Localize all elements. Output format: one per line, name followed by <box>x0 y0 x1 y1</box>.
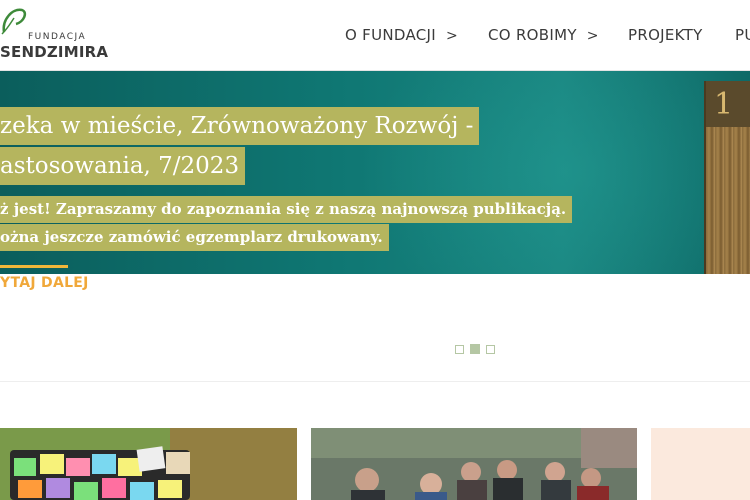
nav-item-pu[interactable]: PU <box>735 26 750 44</box>
logo-subtitle: FUNDACJA <box>28 32 87 42</box>
hero-slide[interactable]: zeka w mieście, Zrównoważony Rozwój - as… <box>0 71 750 274</box>
chevron-right-icon: > <box>446 28 459 44</box>
logo-title: SENDZIMIRA <box>0 43 109 61</box>
nav-item-projekty[interactable]: PROJEKTY <box>628 26 703 44</box>
foundation-logo[interactable]: FUNDACJA SENDZIMIRA <box>0 6 108 62</box>
nav-item-label: PROJEKTY <box>628 26 703 44</box>
slider-dot-2[interactable] <box>470 344 480 354</box>
chevron-right-icon: > <box>586 28 599 44</box>
logo-swirl-icon <box>1 8 27 35</box>
read-more-underline <box>0 265 68 268</box>
nav-item-label: PU <box>735 26 750 44</box>
card-peach[interactable] <box>651 428 750 500</box>
section-divider <box>0 381 750 382</box>
card-sticky-notes[interactable] <box>0 428 297 500</box>
card-group-photo[interactable] <box>311 428 637 500</box>
slider-dot-1[interactable] <box>455 345 464 354</box>
nav-item-co-robimy[interactable]: CO ROBIMY > <box>488 26 599 44</box>
hero-title-line-2: astosowania, 7/2023 <box>0 147 246 185</box>
read-more-link[interactable]: YTAJ DALEJ <box>0 275 89 291</box>
sticky-notes-photo <box>0 428 297 500</box>
nav-item-o-fundacji[interactable]: O FUNDACJI > <box>345 26 458 44</box>
hero-title-line-1: zeka w mieście, Zrównoważony Rozwój - <box>0 107 480 145</box>
site-header: FUNDACJA SENDZIMIRA O FUNDACJI > CO ROBIM… <box>0 0 750 70</box>
group-photo <box>311 428 637 500</box>
book-number: 1 <box>714 87 734 122</box>
nav-item-label: O FUNDACJI <box>345 26 437 44</box>
book-cover-image: 1 <box>704 81 750 274</box>
nav-item-label: CO ROBIMY <box>488 26 577 44</box>
slider-dot-3[interactable] <box>486 345 495 354</box>
hero-description-line-1: ż jest! Zapraszamy do zapoznania się z n… <box>0 196 573 223</box>
hero-description-line-2: ożna jeszcze zamówić egzemplarz drukowan… <box>0 224 389 251</box>
hero-glow <box>360 71 750 274</box>
